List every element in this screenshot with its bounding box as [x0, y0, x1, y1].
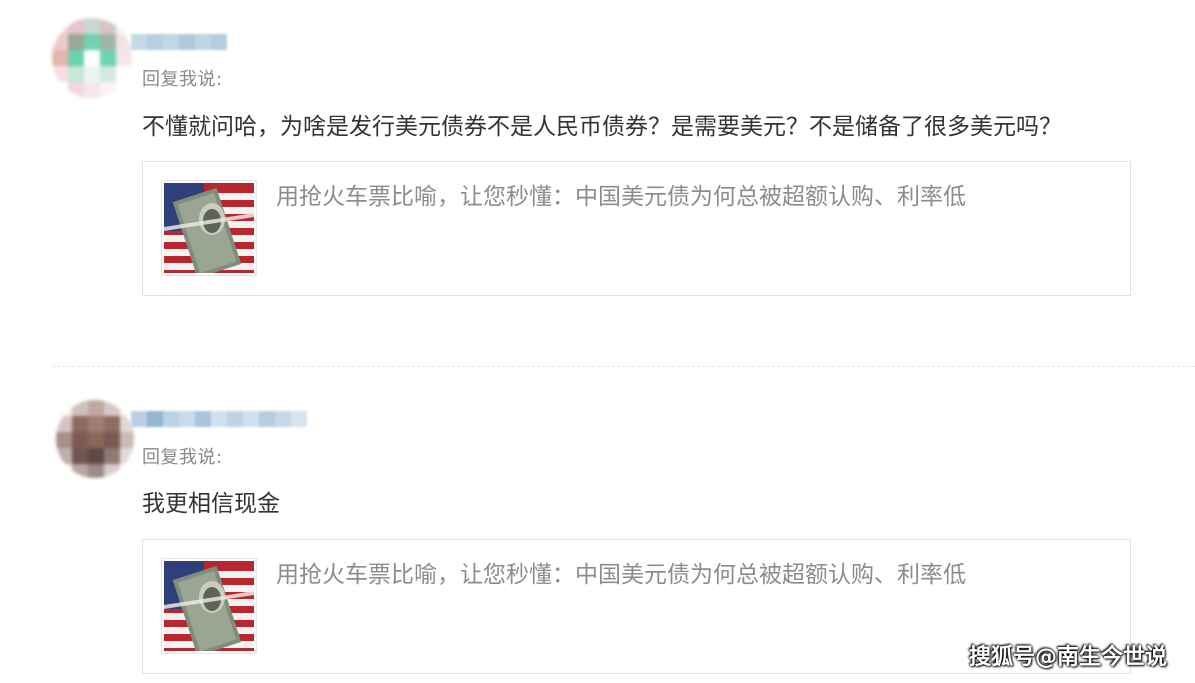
reply-label: 回复我说:	[142, 447, 223, 468]
username[interactable]	[131, 411, 307, 427]
dollar-bill-flag-icon	[164, 561, 254, 651]
comment-text: 我更相信现金	[142, 491, 280, 517]
article-thumbnail	[161, 558, 257, 654]
user-avatar[interactable]	[56, 400, 134, 478]
comment-item: 回复我说: 我更相信现金 用抢火车票比喻，让您秒懂：中国美元债为何总被超额认购、…	[0, 0, 1195, 683]
sohu-watermark: 搜狐号@南生今世说	[968, 645, 1167, 670]
article-title[interactable]: 用抢火车票比喻，让您秒懂：中国美元债为何总被超额认购、利率低	[276, 560, 966, 590]
